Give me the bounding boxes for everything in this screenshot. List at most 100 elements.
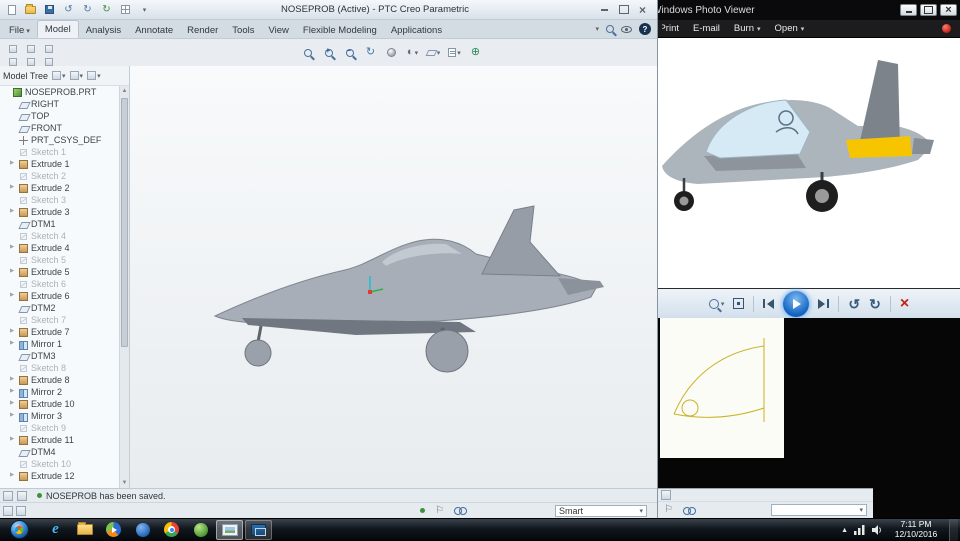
rotate-ccw-button[interactable]: ↺ (848, 297, 860, 311)
hidden-icons-arrow-icon[interactable]: ▲ (841, 527, 848, 534)
shade-button[interactable] (382, 44, 401, 61)
next-button[interactable] (818, 298, 830, 309)
expand-arrow-icon[interactable]: ▶ (10, 413, 18, 419)
scroll-up-icon[interactable]: ▲ (120, 86, 129, 96)
windows-button[interactable] (118, 2, 133, 17)
new-button[interactable] (4, 2, 19, 17)
tree-item-extrude-5[interactable]: ▶ Extrude 5 (0, 266, 119, 278)
expand-arrow-icon[interactable]: ▶ (10, 473, 18, 479)
tree-item-sketch-6[interactable]: Sketch 6 (0, 278, 119, 290)
regenerate-button[interactable] (4, 43, 21, 55)
tree-item-noseprob-prt[interactable]: NOSEPROB.PRT (0, 86, 119, 98)
delete-button[interactable]: × (900, 295, 909, 312)
play-button[interactable] (783, 290, 810, 317)
model-tree-toggle-icon[interactable] (3, 505, 13, 516)
actual-size-button[interactable] (733, 298, 745, 309)
expand-arrow-icon[interactable]: ▶ (10, 389, 18, 395)
tab-model[interactable]: Model (36, 20, 79, 38)
menu-burn[interactable]: Burn ▾ (734, 23, 761, 34)
taskbar-internet-explorer[interactable]: e (42, 520, 69, 540)
menu-e-mail[interactable]: E-mail (693, 23, 720, 34)
expand-arrow-icon[interactable]: ▶ (10, 437, 18, 443)
taskbar-webex[interactable] (187, 520, 214, 540)
tree-item-sketch-9[interactable]: Sketch 9 (0, 422, 119, 434)
annotation-display-button[interactable]: ▾ (445, 44, 464, 61)
redo-button[interactable]: ↻ (80, 2, 95, 17)
expand-arrow-icon[interactable]: ▶ (10, 269, 18, 275)
expand-arrow-icon[interactable]: ▶ (10, 329, 18, 335)
display-style-button[interactable]: ◐ ▾ (403, 44, 422, 61)
previous-button[interactable] (763, 298, 775, 309)
tab-view[interactable]: View (261, 22, 295, 38)
customize-button[interactable]: ▾ (137, 2, 152, 17)
flag-icon[interactable]: ⚐ (435, 505, 444, 516)
menu-print[interactable]: Print ▾ (662, 23, 679, 34)
tree-item-extrude-2[interactable]: ▶ Extrude 2 (0, 182, 119, 194)
tree-item-extrude-4[interactable]: ▶ Extrude 4 (0, 242, 119, 254)
taskbar-media-player[interactable] (100, 520, 127, 540)
tree-item-top[interactable]: TOP (0, 110, 119, 122)
taskbar-messenger[interactable] (129, 520, 156, 540)
start-button[interactable] (0, 520, 38, 539)
find-icon[interactable] (453, 507, 467, 515)
maximize-icon[interactable] (617, 4, 630, 15)
copy-button[interactable] (22, 43, 39, 55)
selection-filter-dropdown[interactable]: ▾ (771, 504, 867, 516)
tab-annotate[interactable]: Annotate (128, 22, 180, 38)
tab-file[interactable]: File ▾ (2, 22, 37, 38)
expand-arrow-icon[interactable]: ▶ (10, 185, 18, 191)
tree-item-sketch-5[interactable]: Sketch 5 (0, 254, 119, 266)
selection-filter-dropdown[interactable]: Smart ▾ (555, 504, 647, 517)
tree-item-dtm2[interactable]: DTM2 (0, 302, 119, 314)
tree-item-mirror-3[interactable]: ▶ Mirror 3 (0, 410, 119, 422)
flag-icon[interactable]: ⚐ (664, 505, 673, 515)
folder-browser-icon[interactable] (16, 505, 26, 516)
expand-arrow-icon[interactable]: ▶ (10, 341, 18, 347)
search-icon[interactable] (606, 25, 614, 33)
repaint-button[interactable]: ↻ (361, 44, 380, 61)
taskbar-creo[interactable] (245, 519, 272, 540)
tree-columns-button[interactable]: ▾ (69, 71, 83, 80)
tree-item-extrude-3[interactable]: ▶ Extrude 3 (0, 206, 119, 218)
tree-item-sketch-4[interactable]: Sketch 4 (0, 230, 119, 242)
tree-item-sketch-2[interactable]: Sketch 2 (0, 170, 119, 182)
taskbar-file-explorer[interactable] (71, 520, 98, 540)
find-icon[interactable] (682, 506, 696, 515)
tree-item-mirror-2[interactable]: ▶ Mirror 2 (0, 386, 119, 398)
help-icon[interactable] (639, 23, 651, 35)
scrollbar-thumb[interactable] (121, 98, 128, 348)
show-desktop-button[interactable] (949, 519, 958, 541)
expand-arrow-icon[interactable]: ▶ (10, 161, 18, 167)
tab-analysis[interactable]: Analysis (79, 22, 128, 38)
tab-tools[interactable]: Tools (225, 22, 261, 38)
tree-item-extrude-10[interactable]: ▶ Extrude 10 (0, 398, 119, 410)
expand-arrow-icon[interactable]: ▶ (10, 245, 18, 251)
tree-item-dtm4[interactable]: DTM4 (0, 446, 119, 458)
message-area-icon[interactable] (17, 490, 27, 501)
maximize-icon[interactable] (920, 4, 937, 16)
expand-arrow-icon[interactable]: ▶ (10, 401, 18, 407)
refit-button[interactable] (298, 44, 317, 61)
visibility-icon[interactable] (621, 25, 632, 33)
expand-arrow-icon[interactable]: ▶ (10, 209, 18, 215)
minimize-icon[interactable] (598, 4, 611, 15)
taskbar-chrome[interactable] (158, 520, 185, 540)
tree-item-front[interactable]: FRONT (0, 122, 119, 134)
open-button[interactable] (23, 2, 38, 17)
tab-flexible-modeling[interactable]: Flexible Modeling (296, 22, 384, 38)
model-tree-scrollbar[interactable]: ▲ ▼ (119, 86, 129, 488)
spin-center-button[interactable]: ⊕ (466, 44, 485, 61)
tree-item-sketch-7[interactable]: Sketch 7 (0, 314, 119, 326)
datum-display-button[interactable]: ▾ (424, 44, 443, 61)
tree-item-right[interactable]: RIGHT (0, 98, 119, 110)
taskbar-clock[interactable]: 7:11 PM 12/10/2016 (889, 519, 943, 540)
tree-item-mirror-1[interactable]: ▶ Mirror 1 (0, 338, 119, 350)
expand-arrow-icon[interactable]: ▶ (10, 377, 18, 383)
tree-item-extrude-8[interactable]: ▶ Extrude 8 (0, 374, 119, 386)
rotate-cw-button[interactable]: ↻ (869, 297, 881, 311)
minimize-icon[interactable] (900, 4, 917, 16)
tree-item-sketch-3[interactable]: Sketch 3 (0, 194, 119, 206)
tree-item-dtm3[interactable]: DTM3 (0, 350, 119, 362)
paste-button[interactable] (40, 43, 57, 55)
menu-open[interactable]: Open ▾ (775, 23, 805, 34)
